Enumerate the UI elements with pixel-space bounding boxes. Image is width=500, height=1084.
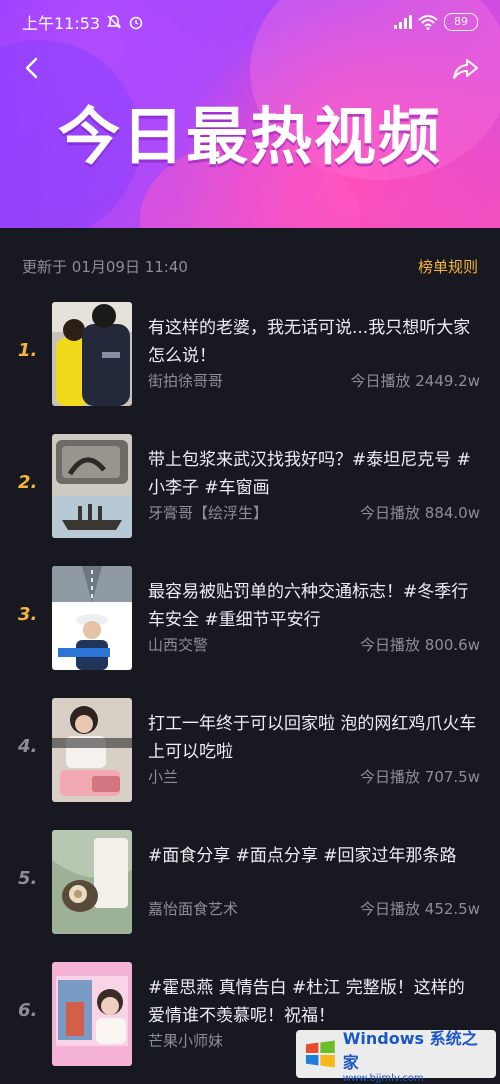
author-name[interactable]: 牙膏哥【绘浮生】 — [148, 502, 268, 526]
rank-number: 5. — [18, 868, 38, 889]
update-time: 更新于 01月09日 11:40 — [22, 257, 188, 276]
play-count: 今日播放 707.5w — [360, 768, 480, 786]
rank-number: 6. — [18, 1000, 38, 1021]
video-thumbnail[interactable] — [52, 698, 132, 802]
video-thumbnail[interactable] — [52, 830, 132, 934]
back-icon[interactable] — [18, 54, 46, 82]
video-thumbnail[interactable] — [52, 302, 132, 406]
watermark-url: www.bjjmlv.com — [342, 1072, 424, 1084]
list-item[interactable]: 3. 最容易被贴罚单的六种交通标志！#冬季行车安全 #重细节平安行 山西交警 今… — [0, 564, 500, 672]
video-thumbnail[interactable] — [52, 962, 132, 1066]
author-name[interactable]: 嘉怡面食艺术 — [148, 898, 238, 922]
watermark-brand: Windows — [342, 1028, 425, 1048]
rank-number: 3. — [18, 604, 38, 625]
video-meta: 牙膏哥【绘浮生】 今日播放 884.0w — [148, 502, 480, 526]
play-count: 今日播放 2449.2w — [350, 372, 480, 390]
author-name[interactable]: 小兰 — [148, 766, 178, 790]
status-bar: 上午11:53 89 — [0, 0, 500, 44]
status-time: 上午11:53 — [22, 14, 101, 33]
video-title[interactable]: 打工一年终于可以回家啦 泡的网红鸡爪火车上可以吃啦 — [148, 710, 480, 766]
watermark: Windows 系统之家 www.bjjmlv.com — [296, 1028, 496, 1084]
hero-banner: 上午11:53 89 今日最热视频 — [0, 0, 500, 228]
video-meta: 山西交警 今日播放 800.6w — [148, 634, 480, 658]
video-title[interactable]: 有这样的老婆，我无话可说...我只想听大家怎么说！ — [148, 314, 480, 370]
rules-link[interactable]: 榜单规则 — [418, 256, 478, 277]
list-item[interactable]: 1. 有这样的老婆，我无话可说...我只想听大家怎么说！ 街拍徐哥哥 今日播放 … — [0, 300, 500, 408]
rank-number: 2. — [18, 472, 38, 493]
alarm-icon — [129, 16, 143, 30]
video-meta: 街拍徐哥哥 今日播放 2449.2w — [148, 370, 480, 394]
video-thumbnail[interactable] — [52, 434, 132, 538]
video-thumbnail[interactable] — [52, 566, 132, 670]
info-row: 更新于 01月09日 11:40 榜单规则 — [0, 250, 500, 282]
video-title[interactable]: 带上包浆来武汉找我好吗？#泰坦尼克号 #小李子 #车窗画 — [148, 446, 480, 502]
author-name[interactable]: 山西交警 — [148, 634, 208, 658]
video-meta: 小兰 今日播放 707.5w — [148, 766, 480, 790]
video-title[interactable]: #霍思燕 真情告白 #杜江 完整版！这样的爱情谁不羡慕呢！祝福！ — [148, 974, 480, 1030]
author-name[interactable]: 街拍徐哥哥 — [148, 370, 223, 394]
list-item[interactable]: 4. 打工一年终于可以回家啦 泡的网红鸡爪火车上可以吃啦 小兰 今日播放 707… — [0, 696, 500, 804]
author-name[interactable]: 芒果小师妹 — [148, 1030, 223, 1054]
rank-number: 4. — [18, 736, 38, 757]
battery-indicator: 89 — [444, 13, 478, 31]
play-count: 今日播放 452.5w — [360, 900, 480, 918]
rank-number: 1. — [18, 340, 38, 361]
share-icon[interactable] — [450, 54, 480, 82]
mute-icon — [107, 15, 122, 29]
windows-logo-icon — [305, 1040, 335, 1068]
list-item[interactable]: 2. 带上包浆来武汉找我好吗？#泰坦尼克号 #小李子 #车窗画 牙膏哥【绘浮生】… — [0, 432, 500, 540]
list-item[interactable]: 5. #面食分享 #面点分享 #回家过年那条路 嘉怡面食艺术 今日播放 452.… — [0, 828, 500, 936]
video-title[interactable]: 最容易被贴罚单的六种交通标志！#冬季行车安全 #重细节平安行 — [148, 578, 480, 634]
play-count: 今日播放 884.0w — [360, 504, 480, 522]
page-title: 今日最热视频 — [57, 100, 442, 173]
signal-icon — [394, 15, 412, 29]
wifi-icon — [418, 15, 438, 30]
video-meta: 嘉怡面食艺术 今日播放 452.5w — [148, 898, 480, 922]
nav-bar — [0, 48, 500, 88]
video-title[interactable]: #面食分享 #面点分享 #回家过年那条路 — [148, 842, 480, 870]
play-count: 今日播放 800.6w — [360, 636, 480, 654]
